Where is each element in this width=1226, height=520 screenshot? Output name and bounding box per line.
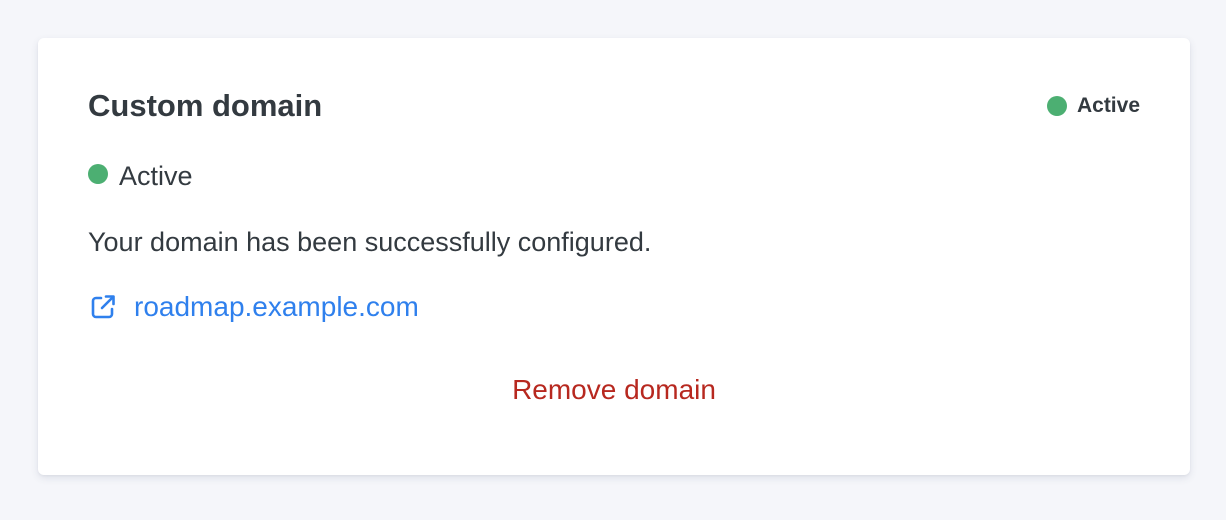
remove-domain-button[interactable]: Remove domain: [464, 370, 764, 410]
domain-status: Active: [88, 160, 193, 192]
success-message: Your domain has been successfully config…: [88, 227, 652, 257]
domain-status-label: Active: [119, 160, 193, 191]
domain-link[interactable]: roadmap.example.com: [88, 290, 419, 324]
header-status-badge: Active: [1046, 94, 1140, 118]
card-title: Custom domain: [88, 88, 323, 123]
status-dot-icon: [88, 164, 108, 184]
status-dot-icon: [1046, 96, 1067, 116]
header-status-label: Active: [1076, 94, 1140, 117]
external-link-icon: [88, 292, 118, 322]
domain-link-text: roadmap.example.com: [134, 291, 419, 322]
custom-domain-card: Custom domain Active Active Your domain …: [38, 38, 1190, 475]
